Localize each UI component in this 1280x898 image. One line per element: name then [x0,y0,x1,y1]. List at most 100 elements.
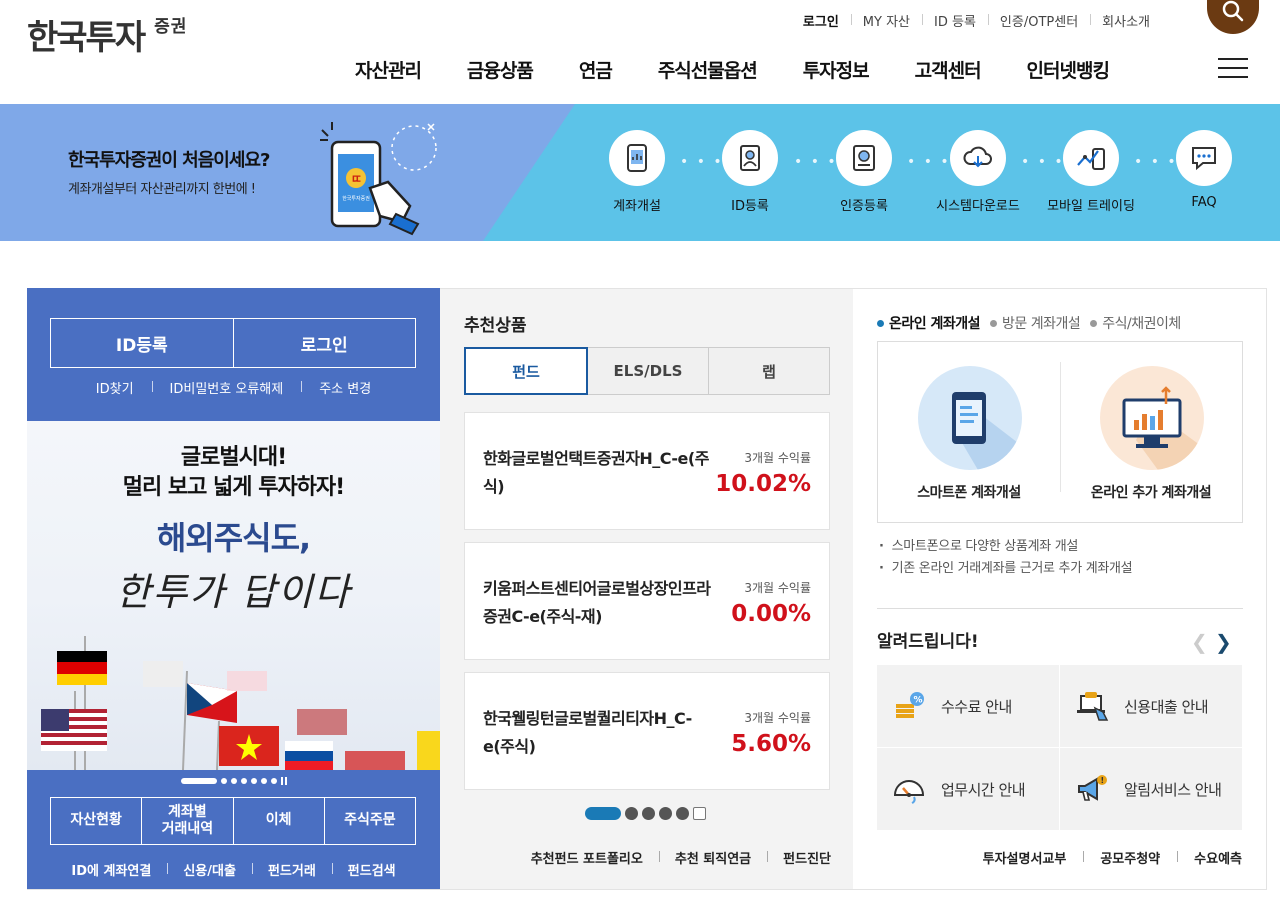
quick-cert-register[interactable]: 인증등록 [809,130,919,214]
transfer-button[interactable]: 이체 [232,798,324,844]
promo-banner[interactable]: 글로벌시대! 멀리 보고 넓게 투자하자! 해외주식도, 한투가 답이다 [27,421,440,770]
hamburger-menu-icon[interactable] [1218,58,1248,78]
stock-order-button[interactable]: 주식주문 [323,798,415,844]
service-buttons: 자산현황 계좌별 거래내역 이체 주식주문 [50,797,416,845]
account-open-tabs: 온라인 계좌개설 방문 계좌개설 주식/채권이체 [877,313,1191,333]
note-item: 스마트폰으로 다양한 상품계좌 개설 [877,536,1132,558]
login-button[interactable]: 로그인 [232,319,416,367]
pager-dot[interactable] [642,807,655,820]
search-icon [1222,0,1244,22]
pager-dot[interactable] [250,778,257,784]
nav-stock-futures-options[interactable]: 주식선물옵션 [658,56,758,83]
fee-guide-item[interactable]: % 수수료 안내 [877,665,1060,748]
login-link[interactable]: 로그인 [791,11,851,30]
search-button[interactable] [1207,0,1259,34]
company-intro-link[interactable]: 회사소개 [1090,11,1162,30]
divider [877,608,1243,609]
product-name: 한화글로벌언택트증권자H_C-e(주식) [483,449,709,496]
unlock-password-link[interactable]: ID비밀번호 오류해제 [151,378,302,397]
return-value: 5.60% [731,731,811,757]
fund-portfolio-link[interactable]: 추천펀드 포트폴리오 [515,848,659,867]
pager-dot-active[interactable] [180,778,217,784]
credit-loan-link[interactable]: 신용/대출 [167,860,252,879]
retirement-pension-link[interactable]: 추천 퇴직연금 [658,848,767,867]
smartphone-account-option[interactable]: 스마트폰 계좌개설 [878,342,1060,522]
ipo-subscription-link[interactable]: 공모주청약 [1083,848,1177,867]
nav-investment-info[interactable]: 투자정보 [803,56,870,83]
product-card[interactable]: 한화글로벌언택트증권자H_C-e(주식) 3개월 수익률 10.02% [464,412,830,530]
tab-wrap[interactable]: 랩 [709,347,830,395]
account-history-button[interactable]: 계좌별 거래내역 [141,798,232,844]
utility-links: 로그인 MY 자산 ID 등록 인증/OTP센터 회사소개 [791,11,1162,30]
certificate-icon [836,130,892,186]
cert-otp-link[interactable]: 인증/OTP센터 [987,11,1090,30]
business-hours-item[interactable]: 업무시간 안내 [877,748,1060,831]
prospectus-link[interactable]: 투자설명서교부 [966,848,1084,867]
alert-service-item[interactable]: ! 알림서비스 안내 [1060,748,1243,831]
id-register-link[interactable]: ID 등록 [922,11,988,30]
id-card-icon [722,130,778,186]
quick-system-download[interactable]: 시스템다운로드 [923,130,1033,214]
footer-divider [27,889,1267,898]
chat-bubble-icon [1176,130,1232,186]
quick-cert-register-label: 인증등록 [840,199,888,214]
nav-financial-products[interactable]: 금융상품 [467,56,534,83]
change-address-link[interactable]: 주소 변경 [301,378,389,397]
credit-loan-guide-label: 신용대출 안내 [1124,697,1209,716]
pager-dot[interactable] [260,778,267,784]
asset-status-button[interactable]: 자산현황 [51,798,141,844]
site-header: 한국투자 증권 로그인 MY 자산 ID 등록 인증/OTP센터 회사소개 자산… [0,0,1280,104]
online-extra-account-option[interactable]: 온라인 추가 계좌개설 [1060,342,1242,522]
pager-dot[interactable] [240,778,247,784]
tab-online-account[interactable]: 온라인 계좌개설 [877,313,981,333]
my-assets-link[interactable]: MY 자산 [850,11,922,30]
logo[interactable]: 한국투자 증권 [27,10,187,59]
product-card[interactable]: 키움퍼스트센티어글로벌상장인프라증권C-e(주식-재) 3개월 수익률 0.00… [464,542,830,660]
credit-loan-guide-item[interactable]: 신용대출 안내 [1060,665,1243,748]
product-pager [585,807,706,820]
nav-internet-banking[interactable]: 인터넷뱅킹 [1027,56,1110,83]
quick-system-download-label: 시스템다운로드 [936,199,1020,214]
account-open-options: 스마트폰 계좌개설 온라인 추가 계좌개설 [877,341,1243,523]
logo-sub-text: 증권 [154,17,188,37]
pager-dot[interactable] [676,807,689,820]
demand-forecast-link[interactable]: 수요예측 [1177,848,1242,867]
pager-dot[interactable] [230,778,237,784]
id-register-button[interactable]: ID등록 [51,319,233,367]
quick-faq[interactable]: FAQ [1149,130,1259,210]
tab-fund[interactable]: 펀드 [464,347,588,395]
return-value: 0.00% [731,601,811,627]
nav-customer-center[interactable]: 고객센터 [915,56,982,83]
quick-mobile-trading[interactable]: 모바일 트레이딩 [1036,130,1146,214]
nav-asset-management[interactable]: 자산관리 [355,56,422,83]
pager-dot[interactable] [220,778,227,784]
pager-dot[interactable] [625,807,638,820]
pager-dot[interactable] [270,778,277,784]
tab-stock-bond-transfer[interactable]: 주식/채권이체 [1090,313,1181,333]
fund-search-link[interactable]: 펀드검색 [331,860,412,879]
logo-main-text: 한국투자 [27,18,146,58]
chevron-right-icon[interactable]: ❯ [1215,630,1232,654]
pause-icon[interactable] [280,777,287,785]
fund-diagnosis-link[interactable]: 펀드진단 [767,848,831,867]
right-links: 투자설명서교부 공모주청약 수요예측 [966,848,1242,867]
chevron-left-icon[interactable]: ❮ [1191,630,1208,654]
promo-line-2: 멀리 보고 넓게 투자하자! [122,475,345,500]
pager-dot[interactable] [659,807,672,820]
product-card[interactable]: 한국웰링턴글로벌퀄리티자H_C-e(주식) 3개월 수익률 5.60% [464,672,830,790]
fund-trade-link[interactable]: 펀드거래 [251,860,332,879]
link-account-to-id[interactable]: ID에 계좌연결 [55,860,167,879]
recommended-links: 추천펀드 포트폴리오 추천 퇴직연금 펀드진단 [515,848,831,867]
mobile-chart-icon [1063,130,1119,186]
quick-account-open[interactable]: 계좌개설 [582,130,692,214]
find-id-link[interactable]: ID찾기 [78,378,152,397]
tab-visit-account[interactable]: 방문 계좌개설 [990,313,1081,333]
tab-els-dls[interactable]: ELS/DLS [588,347,709,395]
pause-icon[interactable] [693,807,706,820]
quick-id-register[interactable]: ID등록 [695,130,805,214]
pager-dot-active[interactable] [585,807,621,820]
quick-menu-band: 한국투자증권이 처음이세요? 계좌개설부터 자산관리까지 한번에 ! ㄸ 한국투… [0,104,1280,241]
monitor-chart-icon [1100,366,1204,470]
online-extra-account-label: 온라인 추가 계좌개설 [1090,485,1212,501]
nav-pension[interactable]: 연금 [579,56,613,83]
